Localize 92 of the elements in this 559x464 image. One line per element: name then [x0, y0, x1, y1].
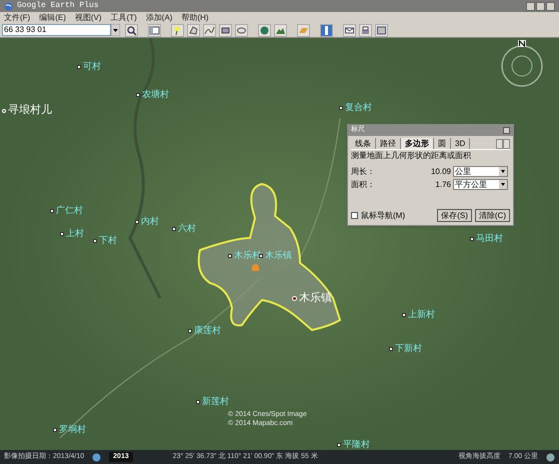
dialog-button[interactable]: 保存(S)	[437, 209, 472, 222]
dropdown-button[interactable]	[111, 24, 120, 36]
place-label: 可村	[83, 62, 101, 71]
measure-value: 10.09	[430, 166, 452, 178]
village-marker-icon	[259, 254, 263, 258]
globe-icon[interactable]	[92, 452, 102, 462]
path-icon	[204, 24, 215, 36]
dropdown-arrow-icon	[499, 167, 507, 176]
toolbar-button[interactable]	[203, 24, 216, 36]
village-marker-icon	[172, 226, 176, 230]
dialog-tab[interactable]: 线条	[351, 138, 376, 149]
measure-label: 周长：	[351, 166, 376, 178]
place-label: 木乐镇	[265, 251, 292, 260]
village-marker-icon	[389, 346, 393, 350]
village-marker-icon	[470, 236, 474, 240]
village-marker-icon	[60, 232, 64, 236]
search-icon	[126, 24, 137, 36]
menu-item[interactable]: 编辑(E)	[39, 14, 66, 22]
place-label: 寻埌村儿	[8, 105, 52, 116]
village-marker-icon	[196, 400, 200, 404]
place-marker-icon	[2, 108, 6, 112]
status-indicator-icon	[546, 452, 555, 462]
toolbar-button[interactable]	[219, 24, 232, 36]
village-marker-icon	[50, 208, 54, 212]
scroll-right-button[interactable]	[503, 139, 510, 149]
overlay-icon	[220, 24, 231, 36]
measure-label: 面积：	[351, 178, 376, 190]
close-button[interactable]	[503, 127, 510, 134]
place-label: 罗垌村	[59, 425, 86, 434]
house-marker-icon	[252, 264, 259, 271]
mail-icon	[344, 24, 355, 36]
unit-dropdown[interactable]: 公里	[453, 166, 508, 177]
checkbox-label: 鼠标导航(M)	[361, 210, 405, 222]
toolbar-button[interactable]	[359, 24, 372, 36]
place-label: 木乐镇	[299, 293, 332, 304]
dialog-tab[interactable]: 多边形	[401, 138, 434, 149]
toolbar-button[interactable]	[343, 24, 356, 36]
app-globe-icon	[4, 2, 13, 10]
place-label: 康莲村	[194, 326, 221, 335]
place-label: 上新村	[408, 310, 435, 319]
toolbar-button[interactable]	[187, 24, 200, 36]
menu-item[interactable]: 添加(A)	[146, 14, 172, 22]
village-marker-icon	[135, 220, 139, 224]
maximize-button[interactable]	[536, 2, 545, 10]
measure-value: 1.76	[434, 178, 452, 190]
menu-item[interactable]: 视图(V)	[74, 14, 102, 22]
village-marker-icon	[228, 254, 232, 258]
village-marker-icon	[53, 428, 57, 432]
search-field[interactable]: 66 33 93 01	[2, 24, 111, 36]
dialog-description: 测量地面上几何形状的距离或面积	[351, 150, 472, 162]
mouse-navigation-checkbox[interactable]	[351, 212, 358, 219]
village-marker-icon	[337, 442, 341, 446]
village-marker-icon	[136, 92, 140, 96]
unit-dropdown[interactable]: 平方公里	[453, 179, 508, 190]
toolbar-button[interactable]	[148, 24, 161, 36]
place-label: 上村	[66, 229, 84, 238]
village-marker-icon	[339, 106, 343, 110]
place-label: 下村	[99, 236, 117, 245]
village-marker-icon	[93, 238, 97, 242]
menu-item[interactable]: 工具(T)	[110, 14, 137, 22]
place-label: 农塘村	[142, 90, 169, 99]
toolbar-button[interactable]	[274, 24, 287, 36]
place-label: 内村	[141, 217, 159, 226]
place-label: 复合村	[345, 103, 372, 112]
village-marker-icon	[77, 64, 81, 68]
print-icon	[360, 24, 371, 36]
dialog-tab[interactable]: 3D	[451, 138, 470, 149]
dialog-tab[interactable]: 圆	[434, 138, 451, 149]
town-marker-icon	[292, 296, 297, 301]
window-title: Google Earth Plus	[17, 2, 99, 10]
place-label: 平隆村	[343, 440, 370, 449]
sidebar-icon	[149, 24, 160, 36]
close-button[interactable]	[546, 2, 555, 10]
dialog-button[interactable]: 清除(C)	[474, 209, 510, 222]
globe-icon	[259, 24, 270, 36]
minimize-button[interactable]	[526, 2, 535, 10]
toolbar-button[interactable]	[258, 24, 271, 36]
toolbar-button[interactable]	[320, 24, 333, 36]
place-label: 马田村	[476, 234, 503, 243]
place-label: 下新村	[395, 344, 422, 353]
scroll-left-button[interactable]	[496, 139, 503, 149]
toolbar-button[interactable]	[125, 24, 138, 36]
dropdown-arrow-icon	[499, 180, 507, 189]
compass-drawing[interactable]	[500, 40, 544, 88]
village-marker-icon	[402, 312, 406, 316]
menu-item[interactable]: 帮助(H)	[181, 14, 209, 22]
menu-item[interactable]: 文件(F)	[4, 14, 30, 22]
polygon-icon	[188, 24, 199, 36]
place-label: 新莲村	[202, 397, 229, 406]
place-label: 广仁村	[56, 206, 83, 215]
village-marker-icon	[188, 328, 192, 332]
place-label: 六村	[178, 224, 196, 233]
